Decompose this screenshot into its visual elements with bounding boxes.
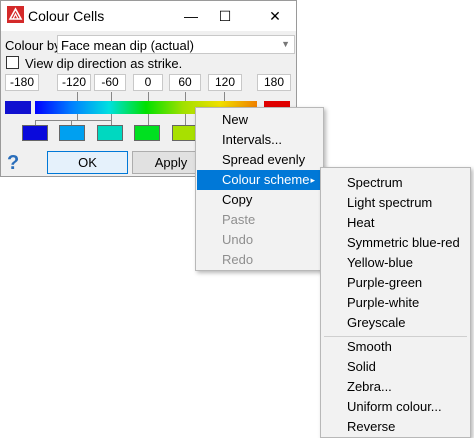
window-title: Colour Cells: [28, 8, 105, 24]
tick-input[interactable]: 60: [169, 74, 201, 91]
colour-swatch[interactable]: [22, 125, 48, 141]
menu-item-solid[interactable]: Solid: [322, 357, 469, 377]
help-icon[interactable]: ?: [7, 152, 19, 175]
colour-scheme-submenu: Spectrum Light spectrum Heat Symmetric b…: [320, 167, 471, 438]
app-logo-icon: [7, 6, 24, 23]
menu-item-symmetric-blue-red[interactable]: Symmetric blue-red: [322, 233, 469, 253]
colour-bar-end-low[interactable]: [5, 101, 31, 114]
chevron-down-icon: ▼: [281, 39, 290, 49]
menu-item-redo: Redo: [222, 252, 254, 267]
menu-item-heat[interactable]: Heat: [322, 213, 469, 233]
tick-input[interactable]: -60: [94, 74, 126, 91]
menu-item-yellow-blue[interactable]: Yellow-blue: [322, 253, 469, 273]
connector-line: [111, 92, 112, 101]
title-bar[interactable]: Colour Cells — ☐ ✕: [1, 1, 296, 31]
submenu-arrow-icon: ▸: [310, 175, 315, 185]
menu-item-colour-scheme[interactable]: Colour scheme ▸: [197, 170, 322, 190]
connector-line: [77, 92, 78, 101]
context-menu: New Intervals... Spread evenly Colour sc…: [195, 107, 324, 271]
colour-swatch[interactable]: [59, 125, 85, 141]
menu-item-purple-white[interactable]: Purple-white: [322, 293, 469, 313]
colour-by-value: Face mean dip (actual): [61, 38, 194, 53]
menu-item-greyscale[interactable]: Greyscale: [322, 313, 469, 333]
connector-line: [148, 114, 149, 125]
menu-item-intervals[interactable]: Intervals...: [197, 130, 322, 150]
connector-line: [185, 114, 186, 125]
menu-item-new[interactable]: New: [197, 110, 322, 130]
menu-item-smooth[interactable]: Smooth: [322, 337, 469, 357]
menu-item-uniform-colour[interactable]: Uniform colour...: [322, 397, 469, 417]
menu-item-copy[interactable]: Copy: [197, 190, 322, 210]
tick-input[interactable]: 180: [257, 74, 291, 91]
colour-swatch[interactable]: [134, 125, 160, 141]
colour-swatch[interactable]: [172, 125, 196, 141]
connector-line: [71, 120, 112, 121]
colour-swatch[interactable]: [97, 125, 123, 141]
tick-input[interactable]: -120: [57, 74, 91, 91]
menu-item-spectrum[interactable]: Spectrum: [322, 173, 469, 193]
menu-item-light-spectrum[interactable]: Light spectrum: [322, 193, 469, 213]
colour-by-dropdown[interactable]: Face mean dip (actual) ▼: [57, 35, 295, 54]
connector-line: [148, 92, 149, 101]
close-button[interactable]: ✕: [255, 1, 295, 31]
menu-item-spread-evenly[interactable]: Spread evenly: [197, 150, 322, 170]
tick-input[interactable]: 0: [133, 74, 163, 91]
menu-item-reverse[interactable]: Reverse: [322, 417, 469, 437]
dip-direction-checkbox[interactable]: [6, 56, 19, 69]
menu-item-paste: Paste: [222, 212, 256, 227]
maximize-button[interactable]: ☐: [205, 1, 245, 31]
tick-input[interactable]: -180: [5, 74, 39, 91]
connector-line: [185, 92, 186, 101]
menu-item-undo: Undo: [222, 232, 254, 247]
connector-line: [224, 92, 225, 101]
menu-item-purple-green[interactable]: Purple-green: [322, 273, 469, 293]
tick-input[interactable]: 120: [208, 74, 242, 91]
menu-item-zebra[interactable]: Zebra...: [322, 377, 469, 397]
connector-line: [111, 114, 112, 125]
ok-button[interactable]: OK: [47, 151, 128, 174]
colour-by-label: Colour by: [5, 38, 61, 53]
dip-direction-label: View dip direction as strike.: [25, 56, 183, 71]
